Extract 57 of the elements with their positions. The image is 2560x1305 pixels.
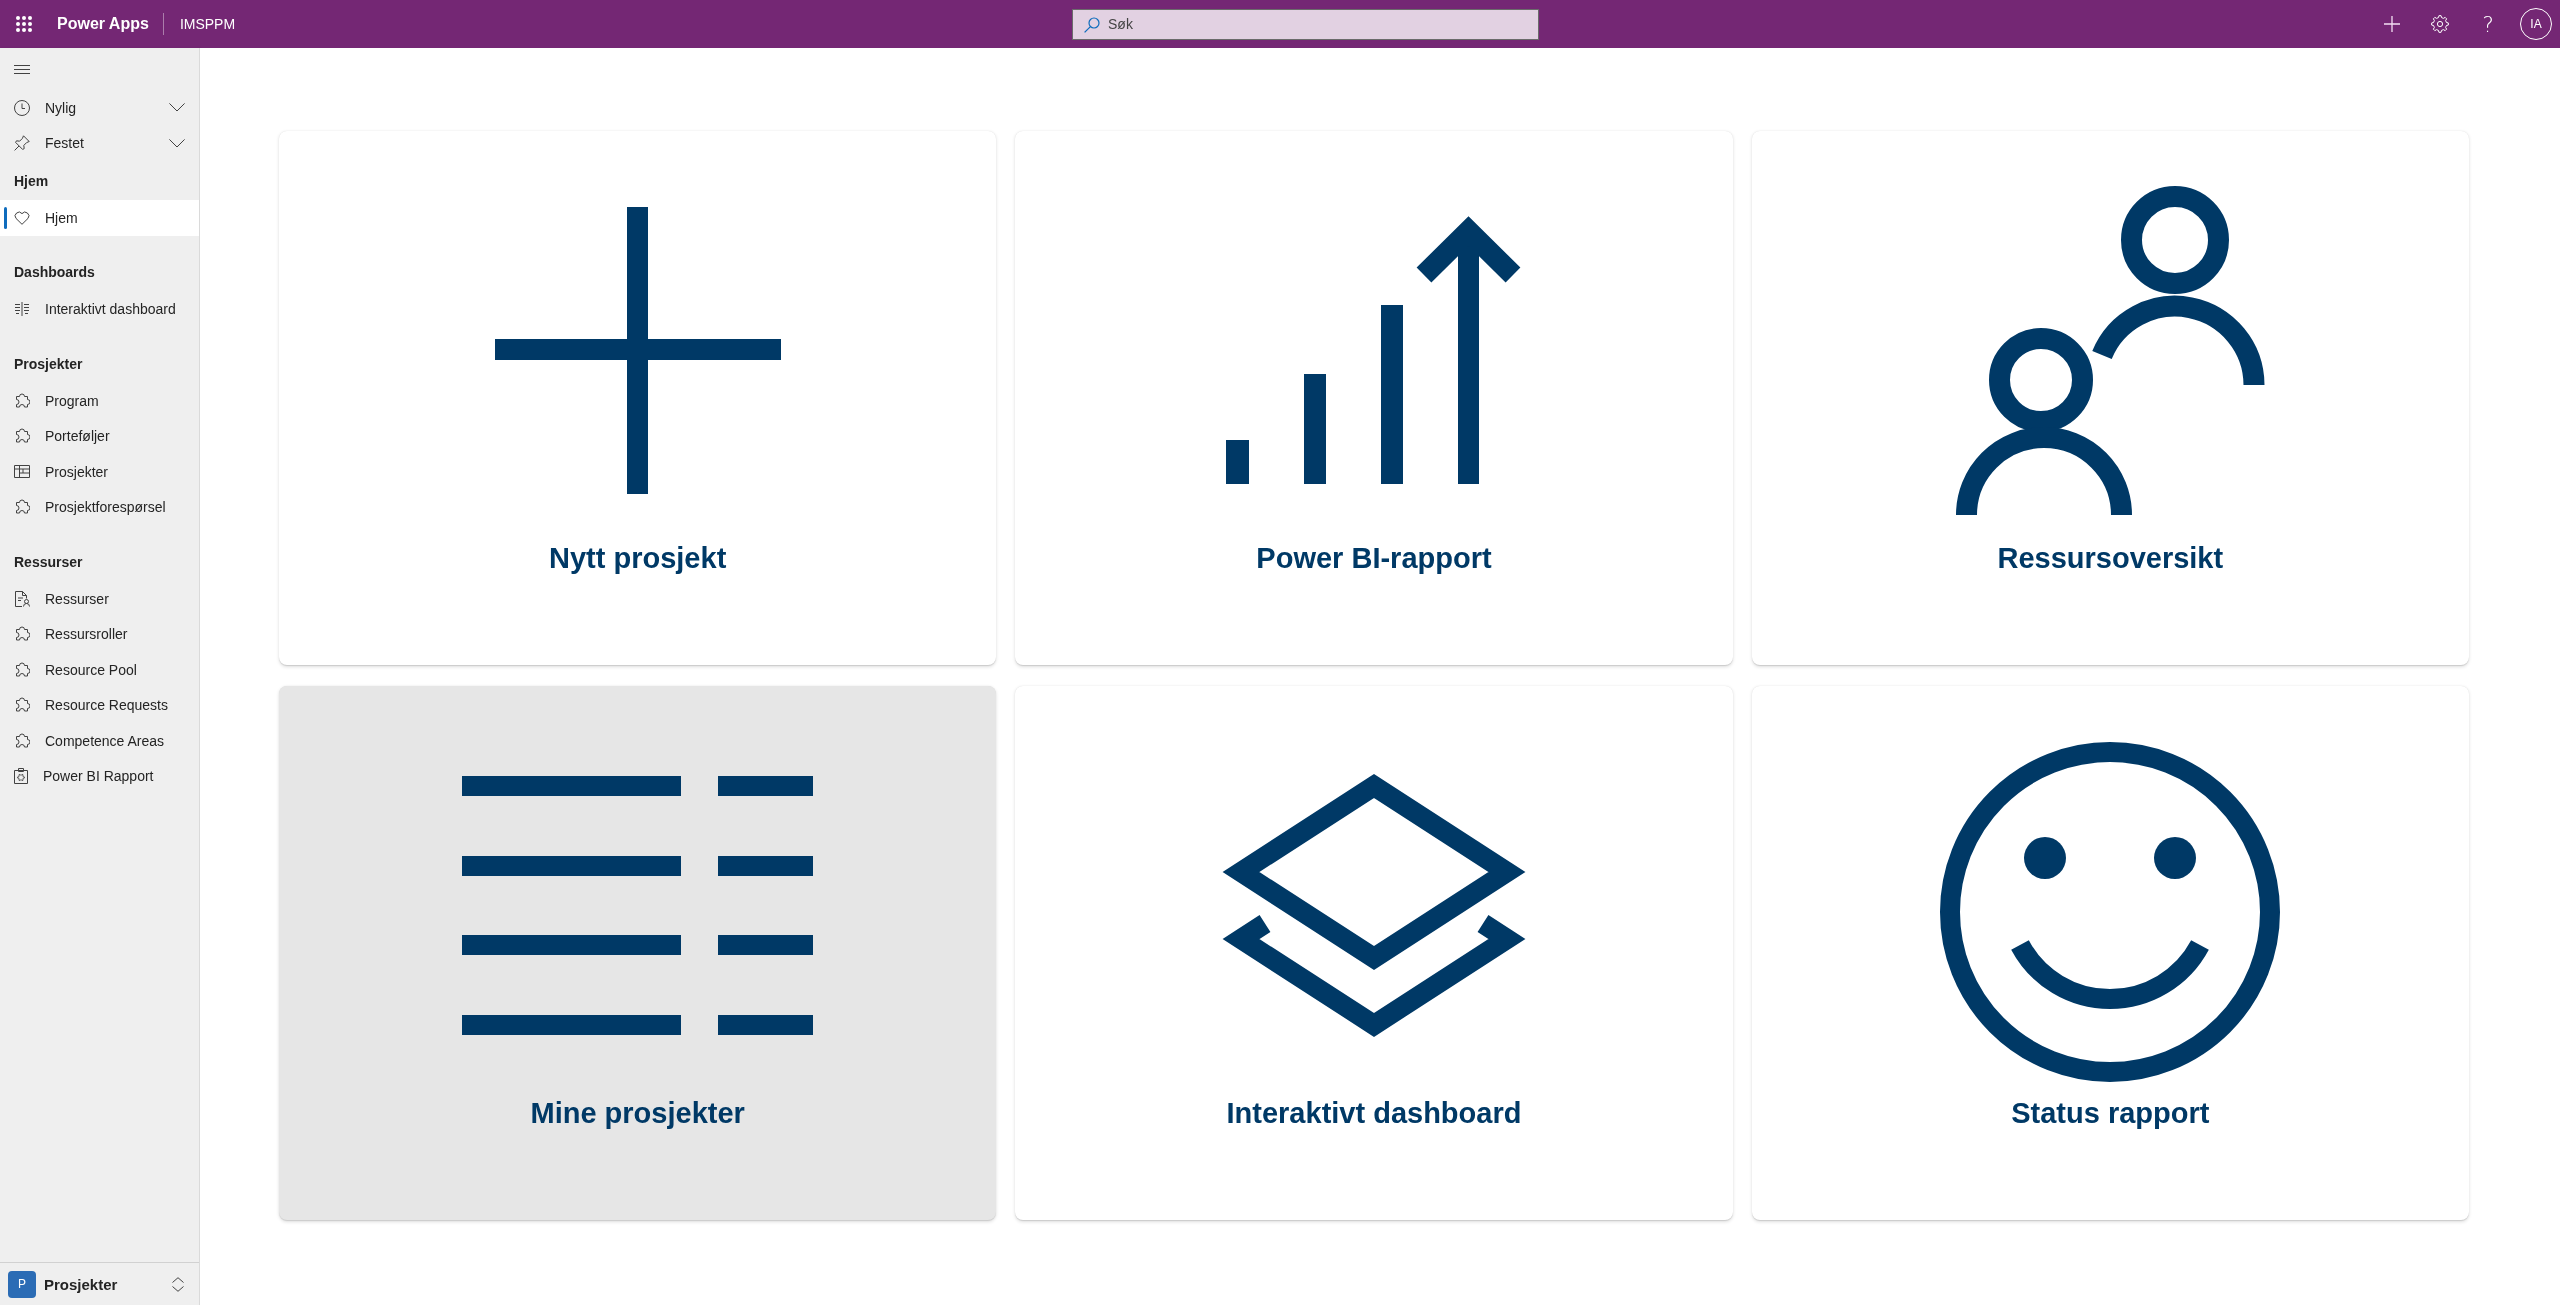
- nav-item[interactable]: Porteføljer: [0, 418, 199, 454]
- section-heading: Ressurser: [13, 552, 84, 572]
- shortcut-tile[interactable]: Power BI-rapport: [1015, 131, 1733, 665]
- waffle-icon: [15, 16, 32, 32]
- nav-item[interactable]: Prosjektforespørsel: [0, 489, 199, 525]
- nav-item[interactable]: Nylig: [0, 90, 199, 126]
- nav-item[interactable]: Interaktivt dashboard: [0, 291, 199, 327]
- shortcut-tile[interactable]: Nytt prosjekt: [279, 131, 997, 665]
- pin-icon: [14, 135, 30, 152]
- puzzle-icon: [14, 392, 30, 409]
- menu-button[interactable]: [14, 64, 30, 74]
- puzzle-icon: [14, 661, 30, 678]
- environment-name: IMSPPM: [179, 16, 236, 32]
- nav-item[interactable]: Resource Pool: [0, 652, 199, 688]
- nav-item[interactable]: Hjem: [0, 200, 199, 236]
- help-button[interactable]: ?: [2464, 0, 2512, 48]
- nav-item[interactable]: Competence Areas: [0, 723, 199, 759]
- settings-icon: [2431, 15, 2449, 33]
- menu-icon: [14, 64, 30, 74]
- area-badge: P: [8, 1270, 36, 1298]
- smiley-icon: [1940, 742, 2281, 1082]
- section-heading: Hjem: [13, 171, 50, 191]
- shortcut-tile[interactable]: Ressursoversikt: [1751, 131, 2469, 665]
- puzzle-icon: [14, 428, 30, 445]
- section-heading: Dashboards: [13, 263, 96, 282]
- nav-item[interactable]: Prosjekter: [0, 454, 199, 490]
- search-field[interactable]: Søk: [1072, 8, 1539, 40]
- shortcut-tile[interactable]: Mine prosjekter: [279, 686, 997, 1220]
- heart-icon: [14, 210, 30, 225]
- nav-item[interactable]: Resource Requests: [0, 687, 199, 723]
- nav-item[interactable]: Festet: [0, 125, 199, 161]
- document-person-icon: [14, 590, 30, 607]
- search-icon: [1084, 16, 1100, 33]
- nav-item[interactable]: Program: [0, 383, 199, 419]
- clock-icon: [14, 99, 30, 116]
- app-title: Power Apps: [57, 15, 149, 33]
- puzzle-icon: [14, 697, 30, 714]
- table-icon: [14, 465, 30, 479]
- nav-item[interactable]: Ressursroller: [0, 616, 199, 652]
- bar-chart-arrow-icon: [1226, 216, 1522, 484]
- puzzle-icon: [14, 499, 30, 516]
- layers-icon: [1221, 773, 1527, 1037]
- area-switcher[interactable]: Prosjekter: [44, 1263, 199, 1305]
- puzzle-icon: [14, 626, 30, 643]
- puzzle-icon: [14, 732, 30, 749]
- section-heading: Prosjekter: [13, 354, 84, 374]
- people-icon: [1955, 185, 2265, 515]
- shortcut-tile[interactable]: Interaktivt dashboard: [1015, 686, 1733, 1220]
- shortcut-tile[interactable]: Status rapport: [1751, 686, 2469, 1220]
- plus-icon: [494, 206, 781, 494]
- clipboard-gear-icon: [14, 768, 28, 785]
- list-icon: [462, 775, 814, 1035]
- up-down-chevron-icon: [172, 1276, 184, 1292]
- nav-item[interactable]: Ressurser: [0, 581, 199, 617]
- plus-icon: [2384, 16, 2400, 32]
- dashboard-icon: [14, 301, 30, 318]
- nav-item[interactable]: Power BI Rapport: [0, 758, 199, 794]
